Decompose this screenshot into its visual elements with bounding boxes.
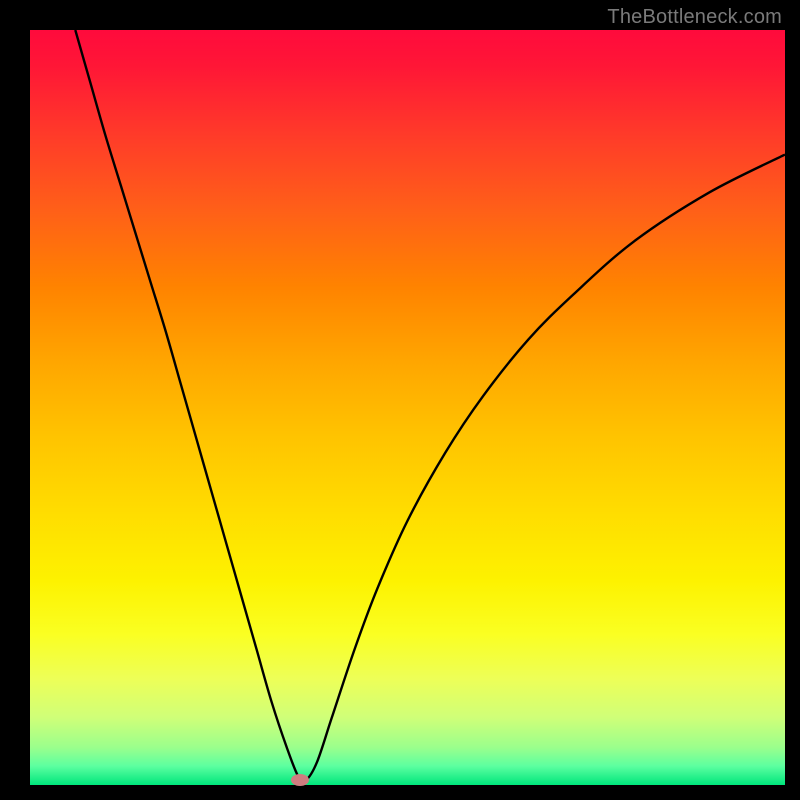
watermark-text: TheBottleneck.com (607, 6, 782, 29)
optimal-point-marker (291, 774, 309, 786)
bottleneck-curve (75, 30, 785, 782)
plot-area (30, 30, 785, 785)
curve-layer (30, 30, 785, 785)
chart-frame: TheBottleneck.com (0, 0, 800, 800)
